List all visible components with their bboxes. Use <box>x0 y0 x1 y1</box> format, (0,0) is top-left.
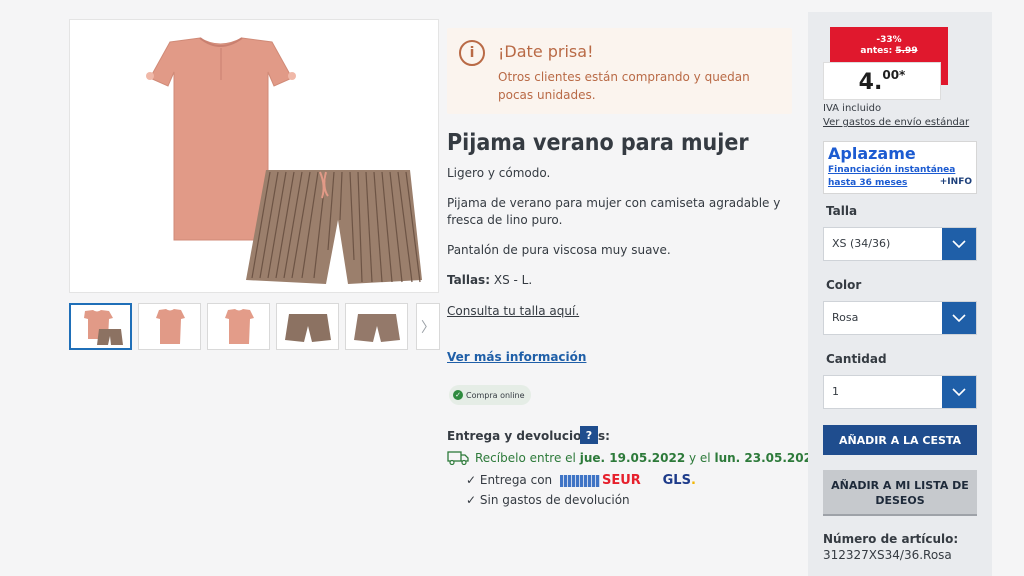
product-description-2: Pantalón de pura viscosa muy suave. <box>447 243 671 257</box>
quantity-label: Cantidad <box>826 352 887 366</box>
no-return-cost: ✓ Sin gastos de devolución <box>466 493 630 507</box>
aplazame-line-2: hasta 36 meses <box>828 178 908 188</box>
quantity-select[interactable]: 1 <box>823 375 977 409</box>
delivery-and: y el <box>689 451 711 465</box>
more-info-link[interactable]: Ver más información <box>447 350 586 364</box>
alert-text: Otros clientes están comprando y quedan … <box>498 70 750 102</box>
thumbnail-image <box>225 309 254 344</box>
add-to-wishlist-button[interactable]: AÑADIR A MI LISTA DE DESEOS <box>823 470 977 516</box>
size-select-value: XS (34/36) <box>832 237 891 250</box>
size-label: Talla <box>826 204 858 218</box>
sizes-label: Tallas: <box>447 273 491 287</box>
delivery-date-from: jue. 19.05.2022 <box>579 451 686 465</box>
price-decimals: 00* <box>882 68 906 82</box>
discount-percent: -33% <box>876 35 902 45</box>
seur-logo: SEUR <box>601 473 641 488</box>
aplazame-info-link[interactable]: +INFO <box>940 177 972 187</box>
thumbnail-2[interactable] <box>138 303 201 350</box>
product-sizes: Tallas: XS - L. <box>447 272 792 289</box>
add-to-cart-button[interactable]: AÑADIR A LA CESTA <box>823 425 977 455</box>
thumbnail-image <box>84 310 123 345</box>
chevron-down-icon[interactable] <box>942 302 976 334</box>
color-select[interactable]: Rosa <box>823 301 977 335</box>
chevron-down-icon[interactable] <box>942 376 976 408</box>
old-price: antes: 5.99 <box>830 46 948 56</box>
thumbnail-image <box>156 309 185 344</box>
thumbnail-4[interactable] <box>276 303 339 350</box>
seur-logo-bars <box>559 474 600 487</box>
color-select-value: Rosa <box>832 311 859 324</box>
delivery-prefix: Recíbelo entre el <box>475 451 576 465</box>
delivery-help-button[interactable]: ? <box>580 426 598 444</box>
vat-note: IVA incluido <box>823 103 882 114</box>
current-price: 4.00* <box>823 62 941 100</box>
product-description-1: Pijama de verano para mujer con camiseta… <box>447 196 781 227</box>
aplazame-text: Financiación instantánea hasta 36 meses <box>828 164 955 190</box>
delivery-date-to: lun. 23.05.2022 <box>714 451 821 465</box>
carrier-line: ✓ Entrega con SEUR GLS. <box>466 473 696 488</box>
aplazame-line-1: Financiación instantánea <box>828 165 956 175</box>
gls-logo: GLS. <box>663 473 696 488</box>
delivery-estimate: Recíbelo entre el jue. 19.05.2022 y el l… <box>475 451 824 465</box>
thumbnail-image <box>354 314 400 342</box>
gls-logo-text: GLS <box>662 473 691 488</box>
product-subtitle: Ligero y cómodo. <box>447 166 551 180</box>
pajama-image <box>146 37 422 284</box>
gls-logo-dot: . <box>690 473 696 488</box>
shipping-costs-link[interactable]: Ver gastos de envío estándar <box>823 117 969 128</box>
info-icon: i <box>459 40 485 66</box>
old-price-label: antes: <box>860 46 893 56</box>
price-integer: 4. <box>858 70 883 95</box>
delivery-with-label: ✓ Entrega con <box>466 473 553 487</box>
article-number-label: Número de artículo: <box>823 532 959 546</box>
quantity-select-value: 1 <box>832 385 839 398</box>
gallery-next-button[interactable]: 〉 <box>416 303 440 350</box>
aplazame-logo: Aplazame <box>828 144 916 163</box>
sizes-value: XS - L. <box>493 273 533 287</box>
size-guide-link[interactable]: Consulta tu talla aquí. <box>447 303 579 320</box>
stock-alert: i ¡Date prisa! Otros clientes están comp… <box>447 28 792 114</box>
alert-title: ¡Date prisa! <box>498 42 594 61</box>
truck-icon <box>447 451 469 465</box>
color-label: Color <box>826 278 862 292</box>
product-title: Pijama verano para mujer <box>447 130 749 156</box>
thumbnail-1[interactable] <box>69 303 132 350</box>
chevron-down-icon[interactable] <box>942 228 976 260</box>
old-price-value: 5.99 <box>895 46 918 56</box>
size-select[interactable]: XS (34/36) <box>823 227 977 261</box>
check-circle-icon: ✓ <box>453 390 463 400</box>
thumbnail-image <box>285 314 331 342</box>
thumbnail-3[interactable] <box>207 303 270 350</box>
product-main-image[interactable] <box>69 19 439 293</box>
aplazame-financing[interactable]: Aplazame Financiación instantánea hasta … <box>823 141 977 194</box>
article-number-value: 312327XS34/36.Rosa <box>823 548 952 562</box>
thumbnail-5[interactable] <box>345 303 408 350</box>
online-purchase-badge: ✓ Compra online <box>449 385 531 405</box>
badge-label: Compra online <box>466 390 525 400</box>
